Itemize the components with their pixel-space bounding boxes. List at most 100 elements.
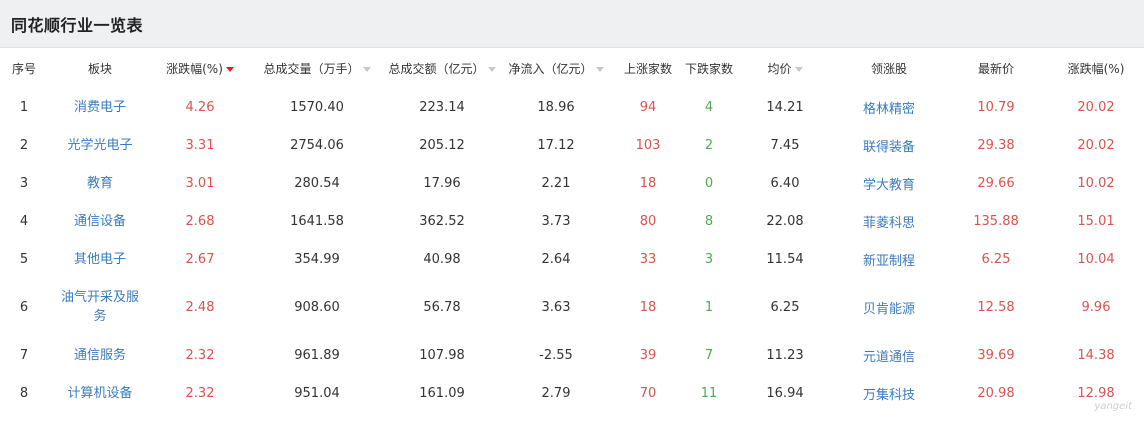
- row-index: 8: [19, 385, 29, 401]
- latest-price: 12.58: [977, 299, 1015, 315]
- net-flow: 17.12: [537, 137, 575, 153]
- down-count: 7: [704, 347, 714, 363]
- amount: 223.14: [419, 99, 465, 115]
- table-row: 7 通信服务 2.32 961.89 107.98 -2.55 39 7 11.…: [0, 336, 1144, 374]
- table-row: 3 教育 3.01 280.54 17.96 2.21 18 0 6.40 学大…: [0, 164, 1144, 202]
- col-volume-header[interactable]: 总成交量（万手）: [248, 48, 386, 88]
- volume: 961.89: [294, 347, 340, 363]
- watermark: yangeit: [1094, 401, 1132, 412]
- net-flow: 2.64: [541, 251, 571, 267]
- up-count: 94: [639, 99, 657, 115]
- up-count: 18: [639, 175, 657, 191]
- page-title: 同花顺行业一览表: [11, 15, 144, 35]
- sector-change: 3.31: [185, 137, 215, 153]
- leader-stock-link[interactable]: 贝肯能源: [834, 278, 944, 336]
- sector-change: 4.26: [185, 99, 215, 115]
- leader-change: 9.96: [1081, 299, 1111, 315]
- table-header-row: 序号 板块 涨跌幅(%) 总成交量（万手） 总成交额（亿元） 净流入（亿元） 上…: [0, 48, 1144, 88]
- table-row: 4 通信设备 2.68 1641.58 362.52 3.73 80 8 22.…: [0, 202, 1144, 240]
- latest-price: 135.88: [973, 213, 1019, 229]
- leader-change: 20.02: [1077, 99, 1115, 115]
- leader-stock-link[interactable]: 学大教育: [834, 164, 944, 202]
- leader-stock-link[interactable]: 元道通信: [834, 336, 944, 374]
- volume: 951.04: [294, 385, 340, 401]
- sort-icon[interactable]: [362, 66, 371, 72]
- amount: 17.96: [423, 175, 461, 191]
- row-index: 2: [19, 137, 29, 153]
- sector-link[interactable]: 教育: [48, 164, 152, 202]
- col-down-count-header: 下跌家数: [684, 61, 733, 76]
- leader-stock-link[interactable]: 菲菱科思: [834, 202, 944, 240]
- sort-icon[interactable]: [487, 66, 496, 72]
- row-index: 7: [19, 347, 29, 363]
- leader-stock-link[interactable]: 格林精密: [834, 88, 944, 126]
- down-count: 1: [704, 299, 714, 315]
- col-sector-header: 板块: [87, 61, 112, 76]
- leader-change: 15.01: [1077, 213, 1115, 229]
- down-count: 8: [704, 213, 714, 229]
- table-row: 1 消费电子 4.26 1570.40 223.14 18.96 94 4 14…: [0, 88, 1144, 126]
- volume: 1570.40: [290, 99, 344, 115]
- leader-stock-link[interactable]: 万集科技: [834, 374, 944, 412]
- col-change-header[interactable]: 涨跌幅(%): [152, 48, 248, 88]
- amount: 40.98: [423, 251, 461, 267]
- down-count: 3: [704, 251, 714, 267]
- col-netflow-header[interactable]: 净流入（亿元）: [498, 48, 614, 88]
- sort-icon[interactable]: [595, 66, 604, 72]
- page-header: 同花顺行业一览表: [0, 0, 1144, 48]
- net-flow: 3.73: [541, 213, 571, 229]
- avg-price: 6.25: [770, 299, 800, 315]
- leader-stock-link[interactable]: 联得装备: [834, 126, 944, 164]
- volume: 2754.06: [290, 137, 344, 153]
- avg-price: 11.54: [766, 251, 804, 267]
- sector-link[interactable]: 其他电子: [48, 240, 152, 278]
- net-flow: 3.63: [541, 299, 571, 315]
- up-count: 80: [639, 213, 657, 229]
- sector-link[interactable]: 光学光电子: [48, 126, 152, 164]
- latest-price: 20.98: [977, 385, 1015, 401]
- net-flow: 2.79: [541, 385, 571, 401]
- sector-change: 2.48: [185, 299, 215, 315]
- sector-change: 3.01: [185, 175, 215, 191]
- sector-link[interactable]: 通信设备: [48, 202, 152, 240]
- sector-link-text[interactable]: 油气开采及服务: [58, 288, 142, 326]
- leader-stock-link[interactable]: 新亚制程: [834, 240, 944, 278]
- sector-link[interactable]: 油气开采及服务: [48, 278, 152, 336]
- up-count: 103: [635, 137, 661, 153]
- up-count: 33: [639, 251, 657, 267]
- up-count: 39: [639, 347, 657, 363]
- sector-link[interactable]: 通信服务: [48, 336, 152, 374]
- latest-price: 39.69: [977, 347, 1015, 363]
- table-row: 6 油气开采及服务 2.48 908.60 56.78 3.63 18 1 6.…: [0, 278, 1144, 336]
- net-flow: 18.96: [537, 99, 575, 115]
- table-row: 2 光学光电子 3.31 2754.06 205.12 17.12 103 2 …: [0, 126, 1144, 164]
- sector-link[interactable]: 计算机设备: [48, 374, 152, 412]
- down-count: 11: [700, 385, 718, 401]
- volume: 1641.58: [290, 213, 344, 229]
- col-up-count-header: 上涨家数: [623, 61, 672, 76]
- amount: 56.78: [423, 299, 461, 315]
- industry-table: 序号 板块 涨跌幅(%) 总成交量（万手） 总成交额（亿元） 净流入（亿元） 上…: [0, 48, 1144, 412]
- latest-price: 10.79: [977, 99, 1015, 115]
- sector-link[interactable]: 消费电子: [48, 88, 152, 126]
- col-avg-price-header[interactable]: 均价: [736, 48, 834, 88]
- sort-icon[interactable]: [794, 66, 803, 72]
- col-index-header: 序号: [11, 61, 36, 76]
- col-leader-change-header: 涨跌幅(%): [1067, 61, 1125, 76]
- down-count: 2: [704, 137, 714, 153]
- row-index: 5: [19, 251, 29, 267]
- sort-desc-icon[interactable]: [225, 66, 234, 72]
- net-flow: 2.21: [541, 175, 571, 191]
- table-row: 8 计算机设备 2.32 951.04 161.09 2.79 70 11 16…: [0, 374, 1144, 412]
- amount: 107.98: [419, 347, 465, 363]
- avg-price: 11.23: [766, 347, 804, 363]
- volume: 280.54: [294, 175, 340, 191]
- avg-price: 6.40: [770, 175, 800, 191]
- latest-price: 29.38: [977, 137, 1015, 153]
- col-amount-header[interactable]: 总成交额（亿元）: [386, 48, 498, 88]
- latest-price: 6.25: [981, 251, 1011, 267]
- volume: 908.60: [294, 299, 340, 315]
- volume: 354.99: [294, 251, 340, 267]
- leader-change: 20.02: [1077, 137, 1115, 153]
- row-index: 3: [19, 175, 29, 191]
